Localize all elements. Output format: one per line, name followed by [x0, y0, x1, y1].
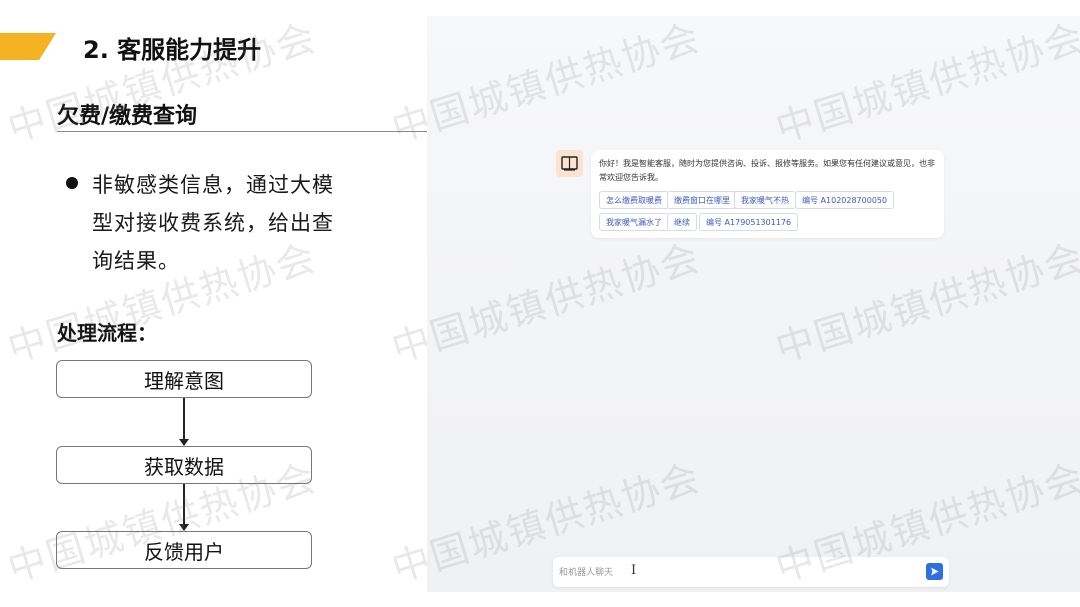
flow-step-label: 反馈用户	[144, 539, 224, 564]
flow-arrow-icon	[179, 484, 189, 531]
suggestion-chip[interactable]: 怎么缴费取暖费	[599, 191, 669, 209]
bot-avatar	[556, 150, 583, 177]
title-accent-bar	[0, 33, 56, 60]
send-button[interactable]	[926, 563, 943, 580]
suggestion-chip[interactable]: 缴费窗口在哪里	[667, 191, 737, 209]
send-arrow-icon	[931, 567, 939, 576]
book-icon	[561, 156, 578, 171]
flow-arrow-icon	[179, 398, 189, 446]
section-divider	[57, 131, 427, 132]
flow-step-label: 理解意图	[144, 368, 224, 393]
chat-input-bar[interactable]: 和机器人聊天 I	[553, 557, 949, 587]
flow-step-understand-intent: 理解意图	[56, 360, 312, 398]
suggestion-chip[interactable]: 我家暖气漏水了	[599, 213, 669, 231]
suggestion-chip[interactable]: 我家暖气不热	[734, 191, 796, 209]
slide-title: 2. 客服能力提升	[83, 36, 262, 64]
bot-message-bubble: 你好！我是智能客服，随时为您提供咨询、投诉、报修等服务。如果您有任何建议或意见，…	[591, 150, 944, 238]
flow-step-fetch-data: 获取数据	[56, 446, 312, 484]
suggestion-chip[interactable]: 编号 A102028700050	[795, 191, 895, 209]
suggestion-chip[interactable]: 编号 A179051301176	[699, 213, 799, 231]
bullet-text: 非敏感类信息，通过大模型对接收费系统，给出查询结果。	[92, 173, 334, 273]
suggestion-chip[interactable]: 继续	[667, 213, 697, 231]
bullet-icon	[66, 177, 78, 189]
section-title: 欠费/缴费查询	[57, 104, 198, 129]
process-title: 处理流程：	[57, 321, 157, 345]
flow-step-feedback-user: 反馈用户	[56, 531, 312, 569]
flow-step-label: 获取数据	[144, 454, 224, 479]
chat-input-placeholder[interactable]: 和机器人聊天	[559, 565, 613, 578]
text-cursor-icon: I	[631, 563, 637, 578]
chat-screenshot-panel	[427, 16, 1080, 592]
bot-greeting-text: 你好！我是智能客服，随时为您提供咨询、投诉、报修等服务。如果您有任何建议或意见，…	[599, 159, 935, 182]
